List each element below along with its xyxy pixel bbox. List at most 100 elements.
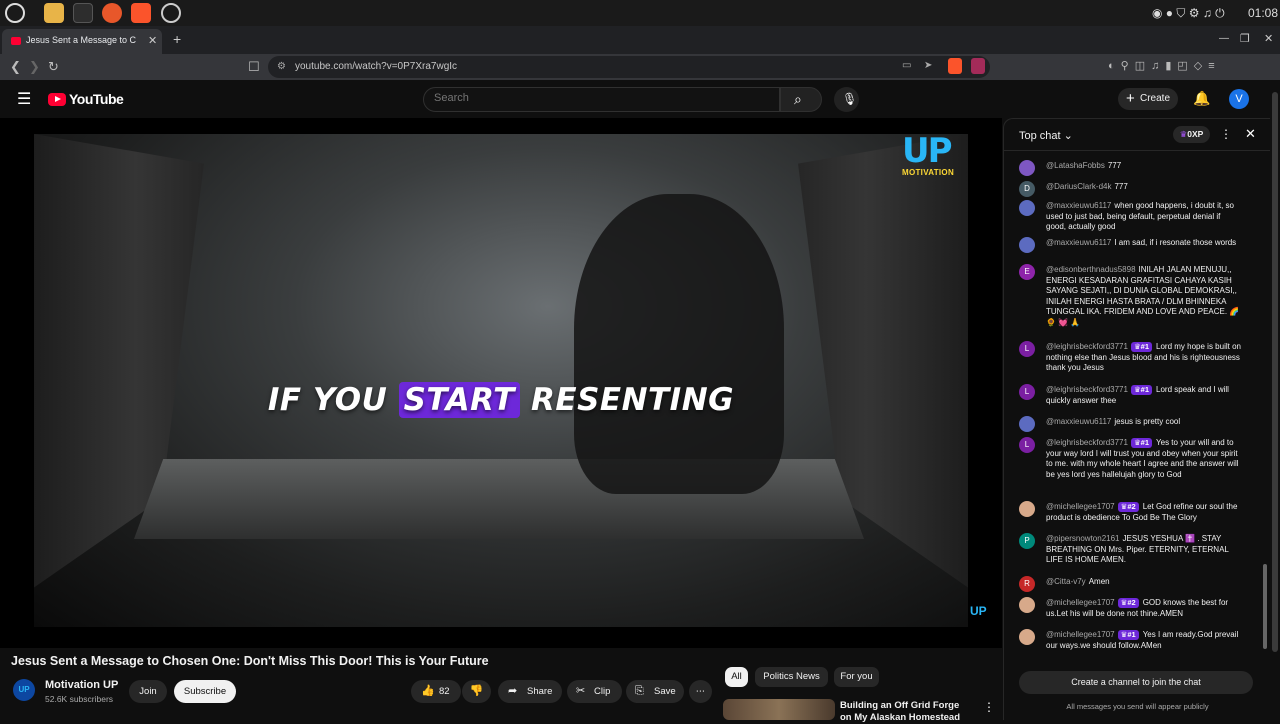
channel-name[interactable]: Motivation UP — [45, 679, 118, 691]
chat-author[interactable]: @maxxieuwu6117 — [1046, 417, 1111, 426]
avatar[interactable]: V — [1229, 89, 1249, 109]
chip-politics-news[interactable]: Politics News — [755, 667, 828, 687]
chat-avatar[interactable] — [1019, 629, 1035, 645]
chat-author[interactable]: @maxxieuwu6117 — [1046, 201, 1111, 210]
forward-icon[interactable]: ❯ — [29, 59, 40, 75]
thumbs-up-icon: 👍 — [421, 685, 435, 697]
chat-text: 777 — [1114, 182, 1128, 191]
chrome-icon[interactable] — [161, 3, 181, 23]
save-button[interactable]: ⎘ Save — [626, 680, 684, 703]
subscribe-button[interactable]: Subscribe — [174, 680, 236, 703]
chat-author[interactable]: @edisonberthnadus5898 — [1046, 265, 1136, 274]
chat-message: @edisonberthnadus5898 INILAH JALAN MENUJU… — [1046, 265, 1242, 328]
firefox-icon[interactable] — [102, 3, 122, 23]
channel-avatar[interactable]: UP — [13, 679, 35, 701]
menu-icon[interactable]: ☰ — [17, 89, 31, 109]
chat-message: @pipersnowton2161 JESUS YESHUA ✝️ . STAY … — [1046, 534, 1242, 566]
brave-shield-icon[interactable] — [948, 58, 962, 74]
back-icon[interactable]: ❮ — [10, 59, 21, 75]
chip-for-you[interactable]: For you — [834, 667, 879, 687]
bookmark-icon[interactable]: ☐ — [248, 59, 260, 75]
tab-youtube[interactable]: Jesus Sent a Message to C ✕ — [2, 29, 162, 54]
youtube-logo-text[interactable]: YouTube — [69, 91, 124, 107]
video-frame[interactable]: IF YOU START RESENTING — [34, 134, 968, 627]
chat-avatar[interactable] — [1019, 200, 1035, 216]
share-label: Share — [527, 686, 553, 697]
rewards-icon[interactable] — [971, 58, 985, 74]
chat-author[interactable]: @DariusClark-d4k — [1046, 182, 1111, 191]
chat-more-icon[interactable]: ⋮ — [1220, 127, 1232, 141]
mint-menu-icon[interactable] — [5, 3, 25, 23]
chat-input-prompt[interactable]: Create a channel to join the chat — [1019, 671, 1253, 694]
reload-icon[interactable]: ↻ — [48, 59, 59, 75]
chat-avatar[interactable] — [1019, 160, 1035, 176]
tab-close-icon[interactable]: ✕ — [148, 34, 157, 47]
recommended-thumbnail[interactable] — [723, 699, 835, 720]
chat-avatar[interactable]: D — [1019, 181, 1035, 197]
minimize-button[interactable]: — — [1219, 33, 1229, 44]
send-icon[interactable]: ➤ — [924, 60, 932, 71]
create-button[interactable]: + Create — [1118, 88, 1178, 110]
maximize-button[interactable]: ❐ — [1240, 32, 1250, 45]
chat-avatar[interactable]: L — [1019, 341, 1035, 357]
clock[interactable]: 01:08 — [1248, 6, 1278, 20]
chat-avatar[interactable] — [1019, 597, 1035, 613]
chat-author[interactable]: @leighrisbeckford3771 — [1046, 342, 1128, 351]
chat-author[interactable]: @leighrisbeckford3771 — [1046, 385, 1128, 394]
chat-avatar[interactable]: L — [1019, 437, 1035, 453]
search-button[interactable]: ⌕ — [780, 87, 822, 112]
chat-message: @leighrisbeckford3771 ♛#1 Lord speak and I… — [1046, 385, 1242, 406]
window-close-button[interactable]: ✕ — [1264, 32, 1273, 45]
clip-button[interactable]: ✂ Clip — [567, 680, 622, 703]
video-branding-watermark[interactable]: UP — [970, 604, 987, 618]
new-tab-button[interactable]: + — [173, 31, 181, 47]
recommended-title[interactable]: Building an Off Grid Forge on My Alaskan… — [840, 700, 970, 724]
chat-avatar[interactable] — [1019, 501, 1035, 517]
chat-author[interactable]: @pipersnowton2161 — [1046, 534, 1120, 543]
cast-icon[interactable]: ▭ — [902, 60, 911, 71]
video-player[interactable]: IF YOU START RESENTING UP MOTIVATION — [0, 118, 1002, 648]
address-bar[interactable]: ⚙ youtube.com/watch?v=0P7Xra7wgIc ▭ ➤ — [268, 56, 990, 78]
search-box[interactable] — [423, 87, 780, 112]
search-input[interactable] — [434, 92, 764, 104]
chat-author[interactable]: @maxxieuwu6117 — [1046, 238, 1111, 247]
like-button[interactable]: 👍 82 — [411, 680, 461, 703]
top-chat-dropdown[interactable]: Top chat ⌄ — [1019, 129, 1073, 142]
chat-author[interactable]: @michellegee1707 — [1046, 598, 1115, 607]
site-info-icon[interactable]: ⚙ — [277, 61, 286, 72]
more-actions-button[interactable]: ⋯ — [689, 680, 712, 703]
chip-all[interactable]: All — [725, 667, 748, 687]
share-icon: ➦ — [508, 685, 518, 697]
recommended-menu-icon[interactable]: ⋮ — [983, 700, 995, 714]
chat-author[interactable]: @LatashaFobbs — [1046, 161, 1105, 170]
chat-author[interactable]: @michellegee1707 — [1046, 502, 1115, 511]
caption-highlight: START — [398, 382, 520, 418]
dislike-button[interactable]: 👎 — [462, 680, 491, 703]
files-icon[interactable] — [44, 3, 64, 23]
chat-avatar[interactable] — [1019, 416, 1035, 432]
share-button[interactable]: ➦ Share — [498, 680, 562, 703]
terminal-icon[interactable] — [73, 3, 93, 23]
url-text[interactable]: youtube.com/watch?v=0P7Xra7wgIc — [295, 61, 457, 72]
tray-icons[interactable]: ◉ ● ⛉ ⚙ ♫ ⏻ — [1152, 6, 1225, 21]
page-scrollbar[interactable] — [1272, 92, 1278, 652]
voice-search-button[interactable]: 🎙 — [834, 87, 859, 112]
notifications-icon[interactable]: 🔔 — [1193, 90, 1210, 107]
brave-icon[interactable] — [131, 3, 151, 23]
chat-avatar[interactable] — [1019, 237, 1035, 253]
chat-avatar[interactable]: L — [1019, 384, 1035, 400]
points-badge[interactable]: ♛0XP — [1173, 126, 1210, 143]
chat-author[interactable]: @Citta-v7y — [1046, 577, 1086, 586]
youtube-favicon-icon — [11, 37, 21, 45]
chat-avatar[interactable]: R — [1019, 576, 1035, 592]
like-count: 82 — [439, 686, 450, 697]
chat-author[interactable]: @leighrisbeckford3771 — [1046, 438, 1128, 447]
chat-scrollbar[interactable] — [1263, 564, 1267, 649]
chat-author[interactable]: @michellegee1707 — [1046, 630, 1115, 639]
extensions-icons[interactable]: ◐⚲◫♫▮◰◇≡ — [1108, 59, 1221, 72]
join-button[interactable]: Join — [129, 680, 167, 703]
video-title: Jesus Sent a Message to Chosen One: Don'… — [11, 654, 489, 668]
chat-close-icon[interactable]: ✕ — [1245, 126, 1256, 142]
chat-avatar[interactable]: P — [1019, 533, 1035, 549]
chat-avatar[interactable]: E — [1019, 264, 1035, 280]
